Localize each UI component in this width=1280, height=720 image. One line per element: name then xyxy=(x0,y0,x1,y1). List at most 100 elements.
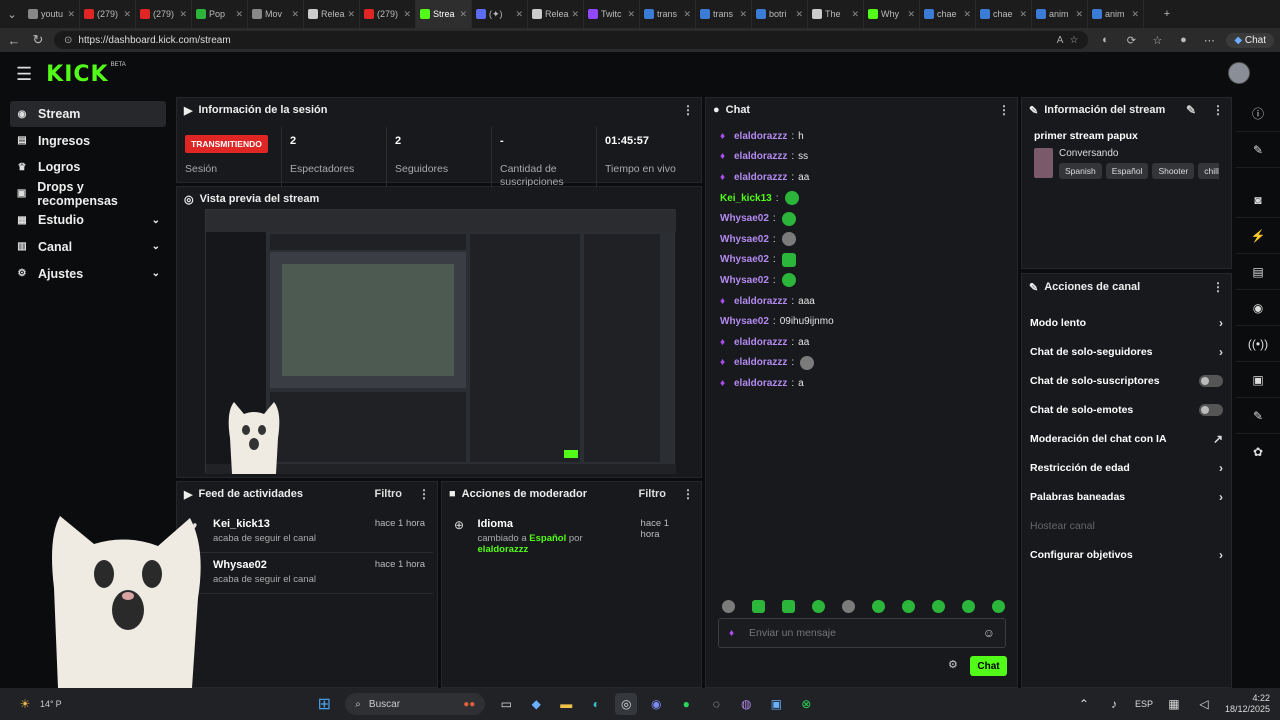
more-menu-icon[interactable]: ⋯ xyxy=(1200,34,1218,47)
volume-icon[interactable]: ◁ xyxy=(1193,693,1215,715)
browser-tab[interactable]: The ✕ xyxy=(808,0,864,28)
browser-tab[interactable]: anim ✕ xyxy=(1088,0,1144,28)
sidebar-item-drops[interactable]: ▣ Drops y recompensas xyxy=(10,180,166,208)
browser-tab[interactable]: chae ✕ xyxy=(920,0,976,28)
stream-info-more-icon[interactable]: ⋮ xyxy=(1212,103,1224,117)
channel-option[interactable]: Palabras baneadas › xyxy=(1022,482,1231,511)
edge-icon[interactable]: ◐ xyxy=(585,693,607,715)
chat-username[interactable]: elaldorazzz xyxy=(734,378,787,389)
tab-close-icon[interactable]: ✕ xyxy=(907,9,915,20)
chat-username[interactable]: Whysae02 xyxy=(720,316,769,327)
emote-button[interactable] xyxy=(752,600,765,613)
browser-tab[interactable]: (279) ✕ xyxy=(360,0,416,28)
browser-tab[interactable]: Twitc ✕ xyxy=(584,0,640,28)
emote-button[interactable] xyxy=(812,600,825,613)
browser-tab[interactable]: (279) ✕ xyxy=(136,0,192,28)
browser-tab[interactable]: trans ✕ xyxy=(640,0,696,28)
tab-list-chevron-icon[interactable]: ⌄ xyxy=(0,8,24,21)
weather-icon[interactable]: ☀ xyxy=(14,693,36,715)
emote-button[interactable] xyxy=(992,600,1005,613)
network-icon[interactable]: ▦ xyxy=(1163,693,1185,715)
tab-close-icon[interactable]: ✕ xyxy=(627,9,635,20)
tab-close-icon[interactable]: ✕ xyxy=(683,9,691,20)
mod-more-icon[interactable]: ⋮ xyxy=(682,487,694,501)
file-explorer-icon[interactable]: ▬ xyxy=(555,693,577,715)
browser-tab[interactable]: Strea ✕ xyxy=(416,0,472,28)
read-aloud-icon[interactable]: A xyxy=(1057,35,1064,46)
document-icon[interactable]: ▤ xyxy=(1236,254,1280,290)
emote-button[interactable] xyxy=(962,600,975,613)
stream-preview-video[interactable] xyxy=(205,209,676,474)
mod-filter-button[interactable]: Filtro xyxy=(639,488,667,500)
chat-bubble-icon[interactable]: ◉ xyxy=(1236,290,1280,326)
mic-icon[interactable]: ♪ xyxy=(1103,693,1125,715)
browser-tab[interactable]: Why ✕ xyxy=(864,0,920,28)
tray-chevron-icon[interactable]: ⌃ xyxy=(1073,693,1095,715)
tab-close-icon[interactable]: ✕ xyxy=(179,9,187,20)
windows-start-icon[interactable]: ⊞ xyxy=(313,693,335,715)
tab-close-icon[interactable]: ✕ xyxy=(459,9,467,20)
chat-send-button[interactable]: Chat xyxy=(970,656,1007,676)
session-more-icon[interactable]: ⋮ xyxy=(682,103,694,117)
user-avatar[interactable] xyxy=(1228,62,1250,84)
chat-username[interactable]: Whysae02 xyxy=(720,275,769,286)
taskbar-search[interactable]: ⌕ Buscar ●● xyxy=(345,693,486,715)
browser-tab[interactable]: Relea ✕ xyxy=(528,0,584,28)
sidebar-item-stream[interactable]: ◉ Stream xyxy=(10,101,166,127)
chat-username[interactable]: Whysae02 xyxy=(720,234,769,245)
browser-tab[interactable]: anim ✕ xyxy=(1032,0,1088,28)
chat-username[interactable]: Whysae02 xyxy=(720,213,769,224)
chat-username[interactable]: elaldorazzz xyxy=(734,337,787,348)
xbox-icon[interactable]: ⊗ xyxy=(795,693,817,715)
sidebar-item-estudio[interactable]: ▦ Estudio ⌄ xyxy=(10,207,166,233)
clock[interactable]: 4:22 18/12/2025 xyxy=(1225,693,1270,715)
input-language[interactable]: ESP xyxy=(1135,699,1153,709)
chat-more-icon[interactable]: ⋮ xyxy=(998,103,1010,117)
sidebar-item-ingresos[interactable]: ▤ Ingresos xyxy=(10,128,166,154)
chat-username[interactable]: elaldorazzz xyxy=(734,151,787,162)
steam-icon[interactable]: ◎ xyxy=(615,693,638,715)
browser-tab[interactable]: botri ✕ xyxy=(752,0,808,28)
activity-more-icon[interactable]: ⋮ xyxy=(418,487,430,501)
browser-tab[interactable]: (✦) ✕ xyxy=(472,0,528,28)
info-icon[interactable]: ⓘ xyxy=(1236,96,1280,132)
channel-option[interactable]: Configurar objetivos › xyxy=(1022,540,1231,569)
tab-close-icon[interactable]: ✕ xyxy=(123,9,131,20)
channel-option[interactable]: Modo lento › xyxy=(1022,308,1231,337)
chat-username[interactable]: elaldorazzz xyxy=(734,357,787,368)
chat-username[interactable]: Whysae02 xyxy=(720,254,769,265)
layout-icon[interactable]: ▣ xyxy=(1236,362,1280,398)
reload-icon[interactable]: ↻ xyxy=(30,32,46,48)
chat-username[interactable]: elaldorazzz xyxy=(734,131,787,142)
browser-tab[interactable]: trans ✕ xyxy=(696,0,752,28)
copilot-chat-button[interactable]: ◆ Chat xyxy=(1226,32,1274,48)
tab-close-icon[interactable]: ✕ xyxy=(291,9,299,20)
activity-filter-button[interactable]: Filtro xyxy=(375,488,403,500)
emote-button[interactable] xyxy=(722,600,735,613)
channel-option[interactable]: Chat de solo-emotes xyxy=(1022,395,1231,424)
tag[interactable]: Shooter xyxy=(1152,163,1195,179)
browser-tab[interactable]: (279) ✕ xyxy=(80,0,136,28)
palette-icon[interactable]: ✿ xyxy=(1236,434,1280,470)
toggle-switch[interactable] xyxy=(1199,374,1223,387)
emote-button[interactable] xyxy=(872,600,885,613)
spotify-icon[interactable]: ● xyxy=(675,693,697,715)
copilot-icon[interactable]: ◆ xyxy=(525,693,547,715)
browser-tab[interactable]: Mov ✕ xyxy=(248,0,304,28)
channel-option[interactable]: Chat de solo-seguidores › xyxy=(1022,337,1231,366)
tab-close-icon[interactable]: ✕ xyxy=(1131,9,1139,20)
new-tab-icon[interactable]: + xyxy=(1158,8,1176,20)
task-view-icon[interactable]: ▭ xyxy=(495,693,517,715)
emote-button[interactable] xyxy=(902,600,915,613)
browser-tab[interactable]: Pop ✕ xyxy=(192,0,248,28)
chat-username[interactable]: elaldorazzz xyxy=(734,172,787,183)
app-icon[interactable]: ▣ xyxy=(765,693,787,715)
tab-close-icon[interactable]: ✕ xyxy=(348,9,356,20)
broadcast-icon[interactable]: ((•)) xyxy=(1236,326,1280,362)
kick-logo[interactable]: KICK xyxy=(46,62,108,87)
tab-close-icon[interactable]: ✕ xyxy=(963,9,971,20)
channel-option[interactable]: Moderación del chat con IA ↗ xyxy=(1022,424,1231,453)
refresh-ext-icon[interactable]: ⟳ xyxy=(1122,34,1140,47)
tab-close-icon[interactable]: ✕ xyxy=(403,9,411,20)
favorites-icon[interactable]: ☆ xyxy=(1148,34,1166,47)
